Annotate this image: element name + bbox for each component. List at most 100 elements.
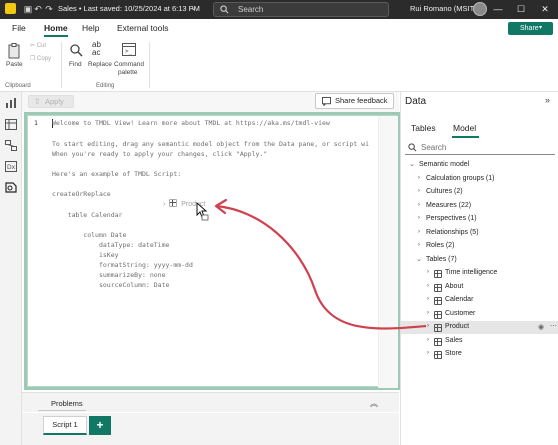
copy-button[interactable]: ❐ Copy bbox=[30, 55, 51, 62]
apply-icon: ⇧ bbox=[34, 97, 41, 106]
code-line: column Date bbox=[52, 231, 127, 239]
chevron-right-icon: › bbox=[417, 214, 421, 221]
chevron-right-icon: › bbox=[426, 349, 430, 356]
find-icon[interactable] bbox=[70, 44, 83, 57]
tab-model[interactable]: Model bbox=[453, 123, 476, 133]
eye-icon[interactable]: ◉ bbox=[538, 323, 544, 331]
editing-group-label: Editing bbox=[96, 83, 115, 89]
code-line: Here's an example of TMDL Script: bbox=[52, 170, 182, 178]
command-palette-button[interactable]: Command bbox=[114, 61, 144, 68]
feedback-icon bbox=[322, 97, 331, 106]
code-line: sourceColumn: Date bbox=[52, 281, 170, 289]
ribbon-divider bbox=[149, 42, 150, 88]
user-name[interactable]: Rui Romano (MSIT) bbox=[410, 4, 477, 13]
chevron-down-icon[interactable]: ⌄ bbox=[190, 3, 197, 12]
chevron-up-double-icon[interactable]: ︽ bbox=[370, 398, 378, 409]
global-search-box[interactable]: Search bbox=[213, 2, 389, 17]
tab-file[interactable]: File bbox=[12, 23, 26, 33]
ribbon: Paste ✂ Cut ❐ Copy Clipboard Find ab ac R… bbox=[0, 38, 558, 92]
chevron-right-icon: › bbox=[417, 174, 421, 181]
search-icon bbox=[220, 5, 229, 14]
ribbon-divider bbox=[61, 42, 62, 88]
tree-item-label: Cultures (2) bbox=[426, 188, 463, 195]
command-palette-icon[interactable]: >_ bbox=[122, 43, 136, 56]
chevron-right-icon: › bbox=[426, 322, 430, 329]
editor-scrollbar[interactable] bbox=[378, 116, 398, 388]
code-line: table Calendar bbox=[52, 211, 123, 219]
chevron-right-icon: › bbox=[417, 201, 421, 208]
tree-item-label: Relationships (5) bbox=[426, 229, 479, 236]
minimize-button[interactable]: — bbox=[490, 2, 506, 17]
power-bi-logo-icon bbox=[5, 3, 16, 14]
tree-item-label: Calculation groups (1) bbox=[426, 175, 495, 182]
data-search-input[interactable]: Search bbox=[405, 141, 555, 155]
chevron-right-icon: › bbox=[426, 309, 430, 316]
tree-item-label: Time intelligence bbox=[445, 269, 498, 276]
active-tab-indicator bbox=[44, 35, 68, 37]
svg-text:>_: >_ bbox=[125, 48, 133, 55]
replace-icon[interactable]: ab ac bbox=[92, 41, 101, 57]
tree-item-label: Perspectives (1) bbox=[426, 215, 477, 222]
tab-help[interactable]: Help bbox=[82, 23, 99, 33]
chevron-right-icon: › bbox=[163, 201, 166, 208]
menu-bar: File Home Help External tools bbox=[0, 19, 558, 38]
tab-home[interactable]: Home bbox=[44, 23, 68, 33]
tab-tables[interactable]: Tables bbox=[411, 123, 436, 133]
table-icon bbox=[434, 324, 442, 332]
code-line: summarizeBy: none bbox=[52, 271, 166, 279]
view-rail: Dx bbox=[0, 92, 22, 445]
share-label: Share bbox=[520, 25, 539, 32]
table-icon bbox=[434, 338, 442, 346]
table-icon bbox=[169, 199, 178, 207]
tab-external-tools[interactable]: External tools bbox=[117, 23, 169, 33]
tree-item-label: Measures (22) bbox=[426, 202, 472, 209]
tree-item-label: Tables (7) bbox=[426, 256, 457, 263]
share-button[interactable]: Share bbox=[508, 22, 553, 35]
code-line: Welcome to TMDL View! Learn more about T… bbox=[52, 119, 330, 127]
maximize-button[interactable]: ☐ bbox=[513, 2, 529, 17]
svg-text:Dx: Dx bbox=[7, 164, 16, 171]
share-feedback-label: Share feedback bbox=[335, 96, 388, 105]
chevron-down-icon: ⌄ bbox=[409, 161, 415, 168]
code-line: isKey bbox=[52, 251, 119, 259]
apply-button[interactable]: ⇧ Apply bbox=[28, 95, 74, 108]
chevron-down-icon[interactable]: ▾ bbox=[539, 24, 542, 31]
code-line: createOrReplace bbox=[52, 190, 111, 198]
report-view-icon[interactable] bbox=[5, 98, 17, 109]
tmdl-view-icon[interactable] bbox=[5, 182, 17, 193]
line-number: 1 bbox=[34, 119, 38, 127]
problems-tab[interactable]: Problems bbox=[51, 399, 83, 408]
search-icon bbox=[408, 143, 417, 152]
share-feedback-button[interactable]: Share feedback bbox=[315, 93, 394, 109]
script-tab[interactable]: Script 1 bbox=[43, 416, 87, 435]
chevron-right-icon: › bbox=[426, 282, 430, 289]
paste-button[interactable]: Paste bbox=[6, 61, 23, 68]
title-bar: ▣ ↶ ↷ Sales • Last saved: 10/25/2024 at … bbox=[0, 0, 558, 19]
collapse-pane-icon[interactable]: » bbox=[545, 95, 550, 105]
apply-label: Apply bbox=[45, 97, 64, 106]
chevron-down-icon: ⌄ bbox=[416, 256, 422, 263]
find-button[interactable]: Find bbox=[69, 61, 82, 68]
close-button[interactable]: ✕ bbox=[537, 2, 553, 17]
chevron-right-icon: › bbox=[417, 228, 421, 235]
chevron-right-icon: › bbox=[426, 295, 430, 302]
add-script-button[interactable]: + bbox=[89, 416, 111, 435]
tree-item-label: Store bbox=[445, 350, 462, 357]
code-line: dataType: dateTime bbox=[52, 241, 170, 249]
table-view-icon[interactable] bbox=[5, 119, 17, 130]
replace-button[interactable]: Replace bbox=[88, 61, 112, 68]
dax-query-view-icon[interactable]: Dx bbox=[5, 161, 17, 172]
table-icon bbox=[434, 284, 442, 292]
command-palette-label-line2: palette bbox=[118, 69, 138, 76]
tree-item-label: Calendar bbox=[445, 296, 474, 303]
avatar[interactable] bbox=[473, 2, 487, 16]
calculation-group-icon bbox=[434, 270, 442, 278]
more-options-icon[interactable]: ⋯ bbox=[550, 322, 557, 330]
code-line: formatString: yyyy-mm-dd bbox=[52, 261, 193, 269]
paste-icon[interactable] bbox=[8, 43, 22, 59]
chevron-right-icon: › bbox=[426, 336, 430, 343]
cut-label: Cut bbox=[36, 43, 47, 49]
cut-button[interactable]: ✂ Cut bbox=[30, 42, 46, 49]
model-view-icon[interactable] bbox=[5, 140, 17, 151]
redo-icon[interactable]: ↷ bbox=[43, 3, 55, 15]
